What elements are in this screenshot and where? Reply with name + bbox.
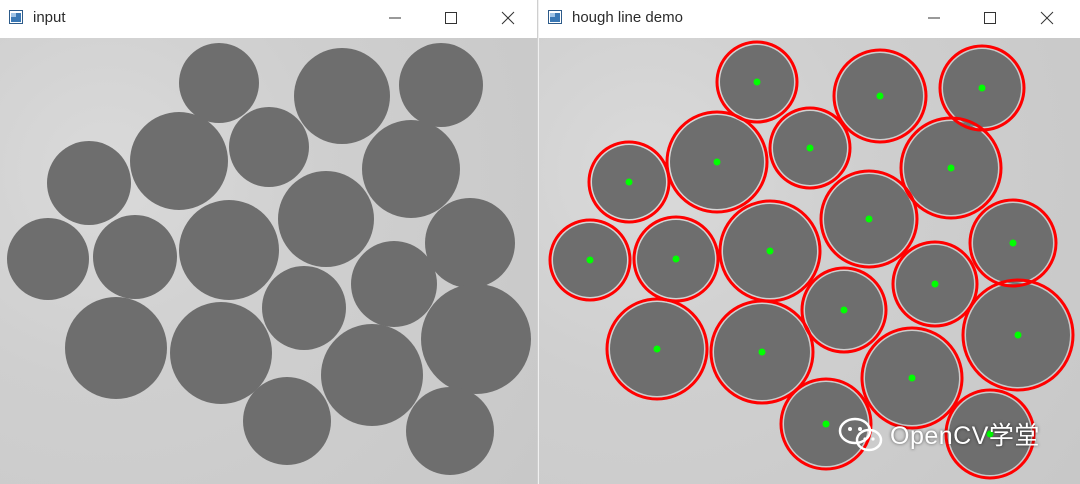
disc [278,171,374,267]
window-title: input [33,9,66,26]
circle-center-dot [931,280,939,288]
hough-window: hough line demo [539,0,1080,484]
circle-center-dot [865,215,873,223]
close-button[interactable] [1027,4,1067,32]
circle-center-dot [766,247,774,255]
disc [262,266,346,350]
disc [93,215,177,299]
circle-center-dot [822,420,830,428]
minimize-button[interactable] [914,4,954,32]
close-icon [1040,11,1054,25]
circle-center-dot [978,84,986,92]
disc [65,297,167,399]
input-window: input [0,0,538,484]
disc [321,324,423,426]
disc [229,107,309,187]
watermark-text: OpenCV学堂 [890,422,1040,450]
disc [7,218,89,300]
circle-center-dot [947,164,955,172]
circle-center-dot [1009,239,1017,247]
circle-center-dot [625,178,633,186]
disc [399,43,483,127]
app-window-icon [9,10,23,24]
disc [425,198,515,288]
circle-center-dot [753,78,761,86]
input-titlebar[interactable]: input [0,0,537,38]
disc [243,377,331,465]
minimize-icon [928,17,940,19]
disc [47,141,131,225]
minimize-button[interactable] [375,4,415,32]
circle-center-dot [840,306,848,314]
app-window-icon [548,10,562,24]
hough-titlebar[interactable]: hough line demo [539,0,1080,38]
circle-center-dot [908,374,916,382]
circle-center-dot [653,345,661,353]
window-title: hough line demo [572,9,683,26]
circle-center-dot [876,92,884,100]
disc [362,120,460,218]
disc [406,387,494,475]
minimize-icon [389,17,401,19]
watermark: OpenCV学堂 [838,414,1040,454]
disc [421,284,531,394]
disc [351,241,437,327]
input-disc-layer [7,43,531,475]
circle-center-dot [713,158,721,166]
close-icon [501,11,515,25]
maximize-button[interactable] [431,4,471,32]
circle-center-dot [586,256,594,264]
wechat-icon [838,417,883,452]
circle-center-dot [758,348,766,356]
maximize-button[interactable] [970,4,1010,32]
close-button[interactable] [488,4,528,32]
maximize-icon [445,12,457,24]
circle-center-dot [806,144,814,152]
input-image [0,38,537,484]
disc [179,200,279,300]
circle-center-dot [672,255,680,263]
maximize-icon [984,12,996,24]
disc [170,302,272,404]
circle-center-dot [1014,331,1022,339]
disc [179,43,259,123]
disc [130,112,228,210]
disc [294,48,390,144]
